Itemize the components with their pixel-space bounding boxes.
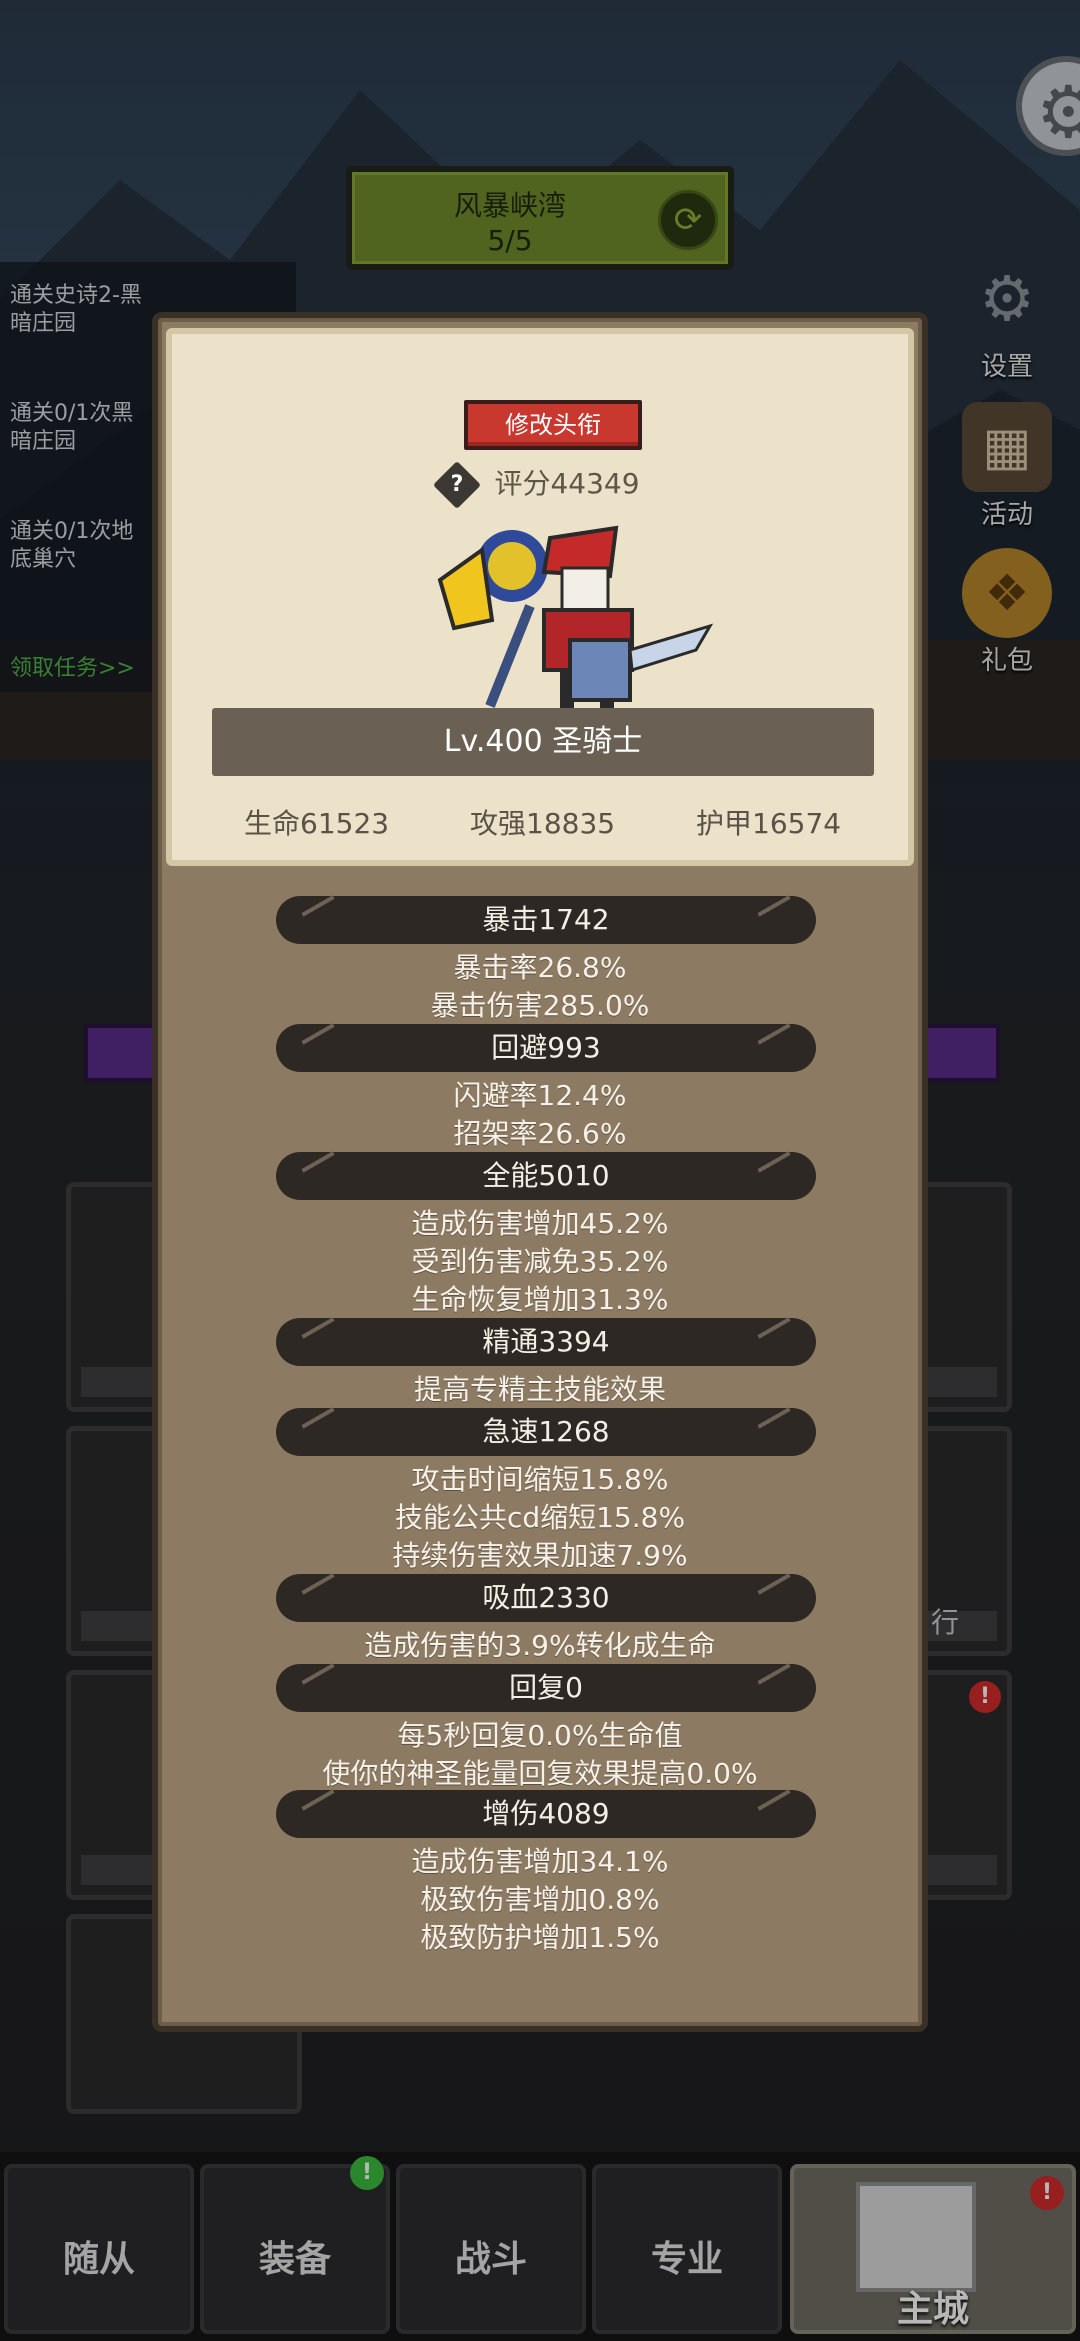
section-haste-header: 急速1268 bbox=[276, 1408, 816, 1456]
character-card: 修改头衔 ? 评分44349 Lv.400 圣骑士 生命61523 攻强18835… bbox=[166, 328, 914, 866]
stat-line: 受到伤害减免35.2% bbox=[411, 1245, 669, 1278]
stat-line: 招架率26.6% bbox=[453, 1117, 627, 1150]
stat-line: 生命恢复增加31.3% bbox=[411, 1283, 669, 1316]
level-class-bar: Lv.400 圣骑士 bbox=[212, 708, 874, 776]
stat-line: 闪避率12.4% bbox=[453, 1079, 627, 1112]
help-icon[interactable]: ? bbox=[433, 460, 482, 510]
stat-line: 每5秒回复0.0%生命值 bbox=[397, 1719, 683, 1752]
stat-armor: 护甲16574 bbox=[696, 807, 842, 840]
character-stats-modal: 修改头衔 ? 评分44349 Lv.400 圣骑士 生命61523 攻强18835… bbox=[152, 312, 928, 2032]
stat-line: 暴击伤害285.0% bbox=[430, 989, 650, 1022]
stat-line: 提高专精主技能效果 bbox=[413, 1373, 666, 1406]
stat-line: 暴击率26.8% bbox=[453, 951, 627, 984]
section-mastery-header: 精通3394 bbox=[276, 1318, 816, 1366]
stat-line: 造成伤害增加45.2% bbox=[411, 1207, 669, 1240]
section-crit-header: 暴击1742 bbox=[276, 896, 816, 944]
stat-line: 技能公共cd缩短15.8% bbox=[394, 1501, 686, 1534]
stat-line: 极致防护增加1.5% bbox=[420, 1921, 660, 1954]
section-damage-bonus-header: 增伤4089 bbox=[276, 1790, 816, 1838]
stat-line: 攻击时间缩短15.8% bbox=[411, 1463, 669, 1496]
stat-attack-power: 攻强18835 bbox=[470, 807, 616, 840]
stat-line: 造成伤害的3.9%转化成生命 bbox=[364, 1629, 716, 1662]
stat-health: 生命61523 bbox=[244, 807, 390, 840]
section-regen-header: 回复0 bbox=[276, 1664, 816, 1712]
stat-line: 造成伤害增加34.1% bbox=[411, 1845, 669, 1878]
score-row: ? 评分44349 bbox=[172, 460, 908, 510]
score-value: 评分44349 bbox=[494, 467, 640, 500]
edit-title-button[interactable]: 修改头衔 bbox=[464, 400, 642, 450]
stat-line: 持续伤害效果加速7.9% bbox=[392, 1539, 688, 1572]
section-leech-header: 吸血2330 bbox=[276, 1574, 816, 1622]
help-glyph: ? bbox=[451, 472, 464, 497]
character-avatar bbox=[437, 525, 714, 708]
stat-line: 使你的神圣能量回复效果提高0.0% bbox=[322, 1757, 758, 1790]
section-versatility-header: 全能5010 bbox=[276, 1152, 816, 1200]
stat-line: 极致伤害增加0.8% bbox=[420, 1883, 660, 1916]
section-evasion-header: 回避993 bbox=[276, 1024, 816, 1072]
